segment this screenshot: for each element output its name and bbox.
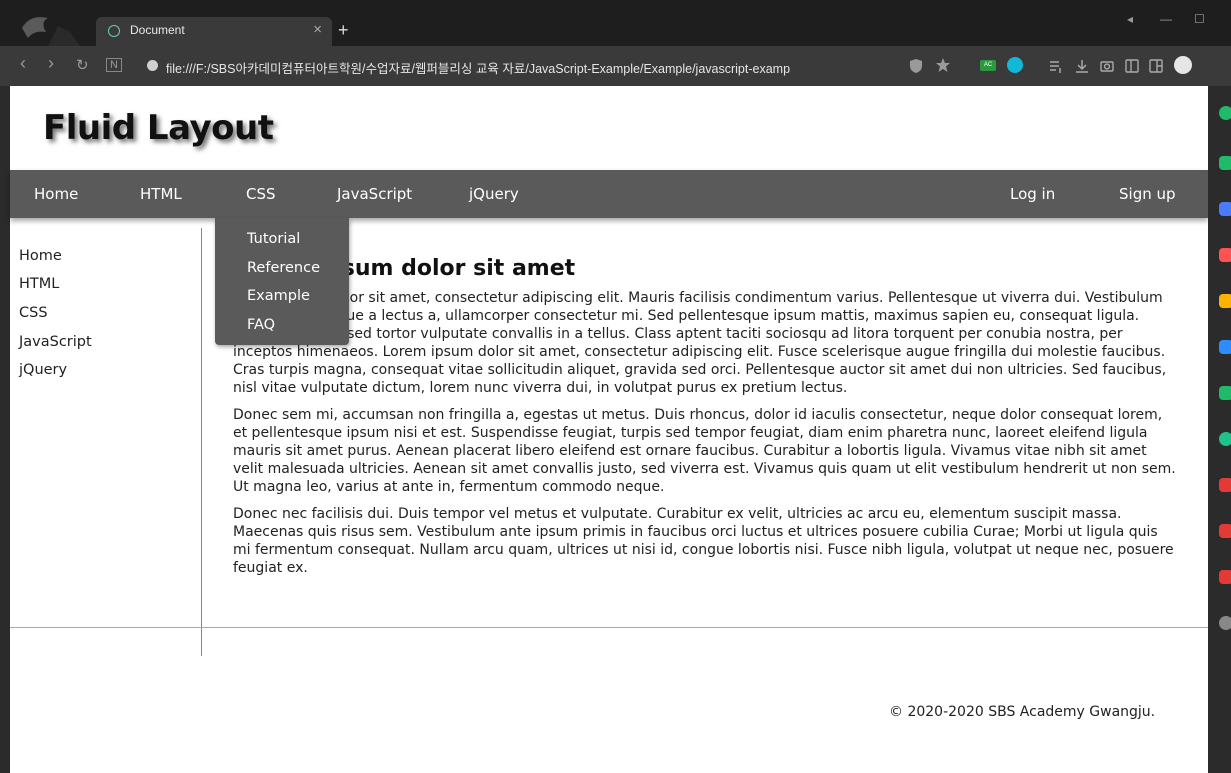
dropdown-item-example[interactable]: Example <box>247 288 310 304</box>
page-title: Fluid Layout <box>43 108 274 148</box>
left-border <box>0 86 10 773</box>
reload-icon[interactable]: ↻ <box>76 56 89 74</box>
sidebar-app-icon[interactable] <box>1219 524 1231 538</box>
article-paragraph: Donec sem mi, accumsan non fringilla a, … <box>233 407 1176 495</box>
sidebar-item-home[interactable]: Home <box>19 248 62 264</box>
sidebar-app-icon[interactable] <box>1219 202 1231 216</box>
download-icon[interactable] <box>1074 58 1090 74</box>
shield-icon[interactable] <box>908 58 924 74</box>
article-paragraph: Lorem ipsum dolor sit amet, consectetur … <box>233 290 1167 396</box>
reader-icon[interactable]: N <box>106 58 122 72</box>
sidebar-app-icon[interactable] <box>1219 340 1231 354</box>
sidebar-app-icon[interactable] <box>1219 106 1231 120</box>
sidebar-app-icon[interactable] <box>1219 478 1231 492</box>
dropdown-item-reference[interactable]: Reference <box>247 260 320 276</box>
back-icon[interactable]: ‹ <box>20 53 26 74</box>
page-favicon-icon <box>108 25 120 37</box>
close-tab-icon[interactable]: × <box>313 21 322 38</box>
sidebar-app-icon[interactable] <box>1219 248 1231 262</box>
css-dropdown-menu: Tutorial Reference Example FAQ <box>215 218 349 345</box>
sidebar-app-icon[interactable] <box>1219 294 1231 308</box>
site-info-icon[interactable] <box>147 60 158 71</box>
article-title: Lorem ipsum dolor sit amet <box>233 256 576 281</box>
web-page: Fluid Layout Home HTML CSS JavaScript jQ… <box>10 86 1208 773</box>
main-navigation: Home HTML CSS JavaScript jQuery Log in S… <box>10 170 1208 218</box>
forward-icon[interactable]: › <box>48 53 54 74</box>
address-bar: ‹ › ↻ N file:///F:/SBS아카데미컴퓨터아트학원/수업자료/웹… <box>0 46 1231 86</box>
star-icon[interactable] <box>935 57 951 73</box>
nav-item-css[interactable]: CSS <box>246 185 276 203</box>
add-panel-icon[interactable] <box>1219 616 1231 630</box>
split-view-icon[interactable] <box>1148 58 1164 74</box>
browser-sidebar <box>1208 86 1231 773</box>
browser-tab[interactable]: Document × <box>96 17 332 46</box>
footer-divider <box>10 627 1208 628</box>
footer-copyright: © 2020-2020 SBS Academy Gwangju. <box>889 704 1156 720</box>
nav-item-html[interactable]: HTML <box>140 185 182 203</box>
playlist-icon[interactable] <box>1048 58 1064 74</box>
q-extension-icon[interactable] <box>1007 57 1023 73</box>
browser-tab-bar: Document × + ◂ — ☐ <box>0 0 1231 46</box>
article-paragraph: Donec nec facilisis dui. Duis tempor vel… <box>233 506 1174 576</box>
minimize-button[interactable]: — <box>1160 12 1172 26</box>
nav-item-home[interactable]: Home <box>34 185 78 203</box>
camera-icon[interactable] <box>1099 58 1115 74</box>
nav-item-javascript[interactable]: JavaScript <box>337 185 412 203</box>
mute-icon[interactable]: ◂ <box>1127 12 1133 26</box>
article: Lorem ipsum dolor sit amet Lorem ipsum d… <box>233 256 1178 586</box>
sidebar-app-icon[interactable] <box>1219 432 1231 446</box>
dropdown-item-tutorial[interactable]: Tutorial <box>247 231 300 247</box>
sidebar-item-javascript[interactable]: JavaScript <box>19 334 92 350</box>
login-link[interactable]: Log in <box>1010 185 1055 203</box>
profile-icon[interactable] <box>1174 56 1192 74</box>
browser-logo-icon <box>22 17 80 46</box>
sidebar-navigation: Home HTML CSS JavaScript jQuery <box>10 228 202 656</box>
dropdown-item-faq[interactable]: FAQ <box>247 317 275 333</box>
sidebar-item-html[interactable]: HTML <box>19 276 59 292</box>
sidebar-icon[interactable] <box>1124 58 1140 74</box>
tab-title: Document <box>130 23 185 37</box>
new-tab-button[interactable]: + <box>338 20 349 41</box>
sidebar-item-css[interactable]: CSS <box>19 305 48 321</box>
sidebar-app-icon[interactable] <box>1219 570 1231 584</box>
url-field[interactable]: file:///F:/SBS아카데미컴퓨터아트학원/수업자료/웹퍼블리싱 교육 … <box>166 58 891 77</box>
sidebar-app-icon[interactable] <box>1219 156 1231 170</box>
ac-extension-icon[interactable]: AC <box>980 60 996 71</box>
signup-link[interactable]: Sign up <box>1119 185 1176 203</box>
sidebar-item-jquery[interactable]: jQuery <box>19 362 67 378</box>
nav-item-jquery[interactable]: jQuery <box>469 185 519 203</box>
sidebar-app-icon[interactable] <box>1219 386 1231 400</box>
maximize-button[interactable]: ☐ <box>1194 12 1205 26</box>
